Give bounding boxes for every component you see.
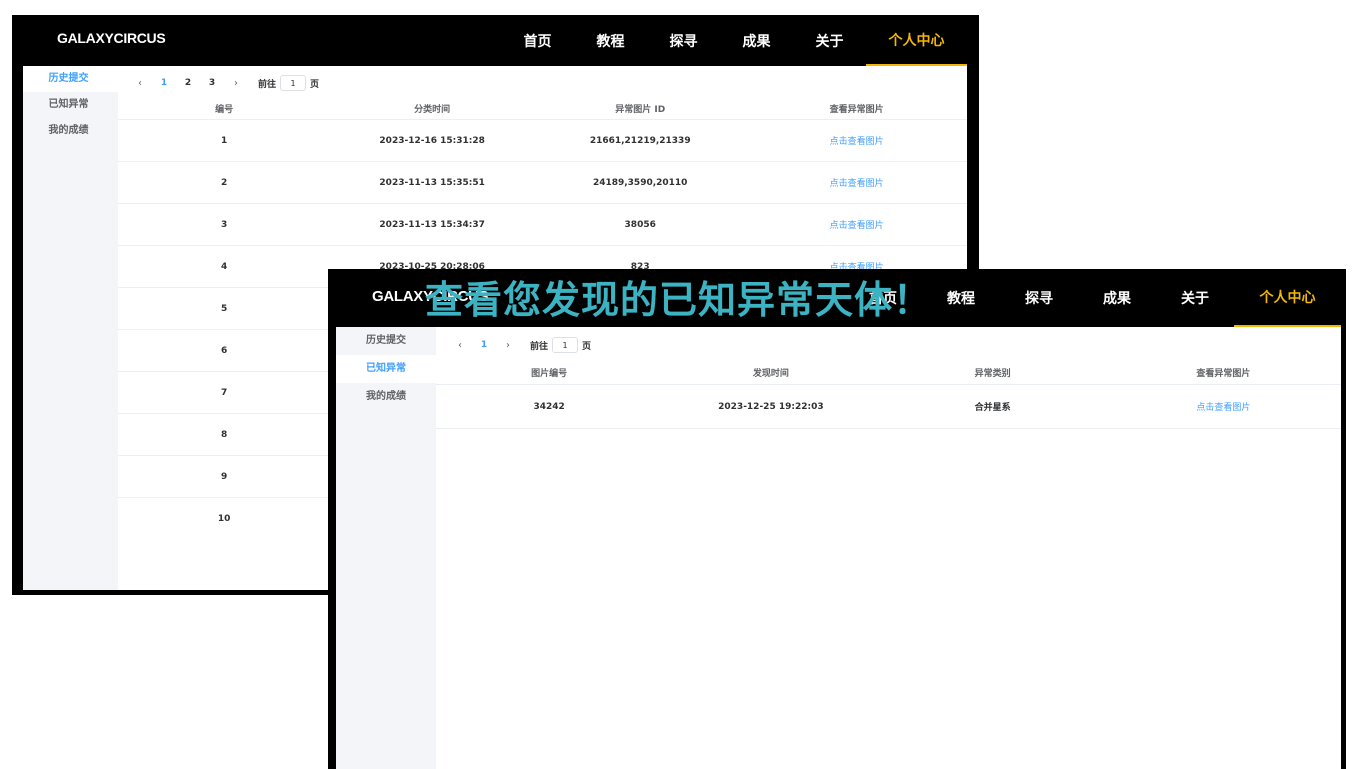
cell-image-number: 34242 <box>436 384 663 429</box>
nav-about[interactable]: 关于 <box>793 15 866 66</box>
col-header-view: 查看异常图片 <box>1196 368 1251 379</box>
col-header-image-number: 图片编号 <box>531 368 568 379</box>
view-image-link[interactable]: 点击查看图片 <box>1105 384 1341 429</box>
cell-number: 10 <box>118 497 331 539</box>
page-button[interactable]: 1 <box>472 340 496 350</box>
sidebar-item-history[interactable]: 历史提交 <box>23 66 118 92</box>
table-row: 34242 2023-12-25 19:22:03 合并星系 点击查看图片 <box>436 384 1341 429</box>
cell-image-id: 24189,3590,20110 <box>534 161 747 204</box>
sidebar-item-known-anomalies[interactable]: 已知异常 <box>23 92 118 118</box>
cell-time: 2023-11-13 15:34:37 <box>330 203 535 246</box>
page-button[interactable]: 2 <box>176 78 200 88</box>
main-nav: 首页 教程 探寻 成果 关于 个人中心 <box>501 15 967 66</box>
sidebar-item-known-anomalies[interactable]: 已知异常 <box>336 355 436 383</box>
cell-number: 6 <box>118 329 331 372</box>
cell-number: 9 <box>118 455 331 498</box>
table-header-row: 图片编号 发现时间 异常类别 查看异常图片 <box>436 363 1341 385</box>
goto-page-input[interactable] <box>552 337 579 353</box>
view-image-link[interactable]: 点击查看图片 <box>746 119 967 162</box>
cell-number: 8 <box>118 413 331 456</box>
nav-explore[interactable]: 探寻 <box>647 15 720 66</box>
page-button[interactable]: 3 <box>200 78 224 88</box>
table-row: 3 2023-11-13 15:34:37 38056 点击查看图片 <box>118 203 967 246</box>
goto-suffix: 页 <box>582 341 592 352</box>
sidebar-item-my-scores[interactable]: 我的成绩 <box>336 383 436 411</box>
top-navbar: GALAXYCIRCUS 首页 教程 探寻 成果 关于 个人中心 <box>23 15 967 66</box>
next-page-icon[interactable]: › <box>496 340 520 351</box>
next-page-icon[interactable]: › <box>224 78 248 89</box>
goto-label: 前往 <box>258 79 277 90</box>
main-panel: ‹ 1 › 前往 页 图片编号 发现时间 异常类别 查看异常图片 <box>436 327 1341 769</box>
col-header-time: 分类时间 <box>414 104 451 115</box>
col-header-view: 查看异常图片 <box>829 104 884 115</box>
pagination: ‹ 1 › 前往 页 <box>436 327 1341 363</box>
site-logo[interactable]: GALAXYCIRCUS <box>57 30 166 46</box>
cell-number: 2 <box>118 161 331 204</box>
content-area: 历史提交 已知异常 我的成绩 ‹ 1 › 前往 页 图片编号 发现时间 异常类别 <box>336 327 1341 769</box>
cell-number: 7 <box>118 371 331 414</box>
nav-home[interactable]: 首页 <box>501 15 574 66</box>
sidebar-item-my-scores[interactable]: 我的成绩 <box>23 118 118 144</box>
page-button[interactable]: 1 <box>152 78 176 88</box>
known-anomalies-window: GALAXYCIRCUS 首页 教程 探寻 成果 关于 个人中心 历史提交 已知… <box>328 269 1346 769</box>
nav-results[interactable]: 成果 <box>720 15 793 66</box>
col-header-number: 编号 <box>215 104 234 115</box>
goto-label: 前往 <box>530 341 549 352</box>
sidebar: 历史提交 已知异常 我的成绩 <box>336 327 436 769</box>
prev-page-icon[interactable]: ‹ <box>448 340 472 351</box>
table-row: 2 2023-11-13 15:35:51 24189,3590,20110 点… <box>118 161 967 204</box>
nav-profile[interactable]: 个人中心 <box>866 15 967 66</box>
table-row: 1 2023-12-16 15:31:28 21661,21219,21339 … <box>118 119 967 162</box>
col-header-found-time: 发现时间 <box>752 368 789 379</box>
table-header-row: 编号 分类时间 异常图片 ID 查看异常图片 <box>118 100 967 120</box>
cell-image-id: 21661,21219,21339 <box>534 119 747 162</box>
pagination: ‹ 1 2 3 › 前往 页 <box>118 66 967 100</box>
view-image-link[interactable]: 点击查看图片 <box>746 161 967 204</box>
sidebar: 历史提交 已知异常 我的成绩 <box>23 66 118 590</box>
goto-suffix: 页 <box>310 79 320 90</box>
cell-time: 2023-11-13 15:35:51 <box>330 161 535 204</box>
cell-time: 2023-12-16 15:31:28 <box>330 119 535 162</box>
view-image-link[interactable]: 点击查看图片 <box>746 203 967 246</box>
prev-page-icon[interactable]: ‹ <box>128 78 152 89</box>
cell-found-time: 2023-12-25 19:22:03 <box>662 384 880 429</box>
cell-number: 3 <box>118 203 331 246</box>
known-anomalies-table: 图片编号 发现时间 异常类别 查看异常图片 34242 2023-12-25 1… <box>436 363 1341 429</box>
promo-banner-text: 查看您发现的已知异常天体！ <box>424 278 932 322</box>
cell-category: 合并星系 <box>879 384 1106 429</box>
cell-number: 1 <box>118 119 331 162</box>
goto-page-input[interactable] <box>280 75 307 91</box>
col-header-category: 异常类别 <box>974 368 1011 379</box>
nav-tutorial[interactable]: 教程 <box>574 15 647 66</box>
col-header-image-id: 异常图片 ID <box>615 104 666 115</box>
sidebar-item-history[interactable]: 历史提交 <box>336 327 436 355</box>
cell-image-id: 38056 <box>534 203 747 246</box>
